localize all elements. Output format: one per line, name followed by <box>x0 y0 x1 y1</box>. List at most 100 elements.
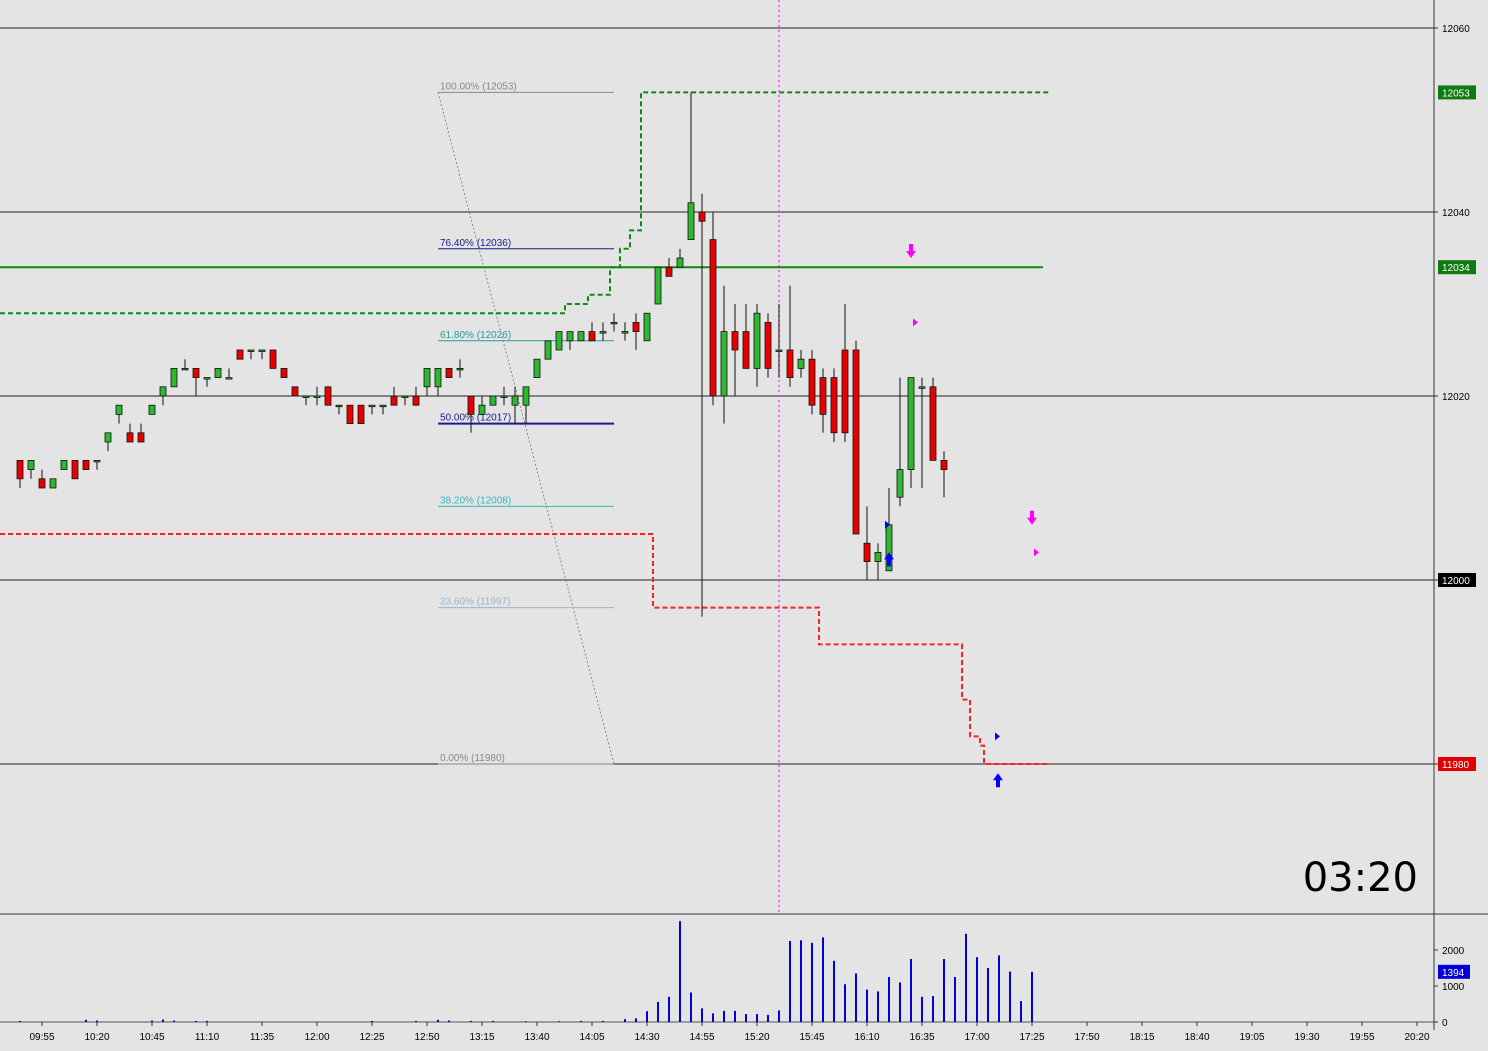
candle-body <box>203 377 211 380</box>
candle-body <box>423 367 431 388</box>
time-axis-label: 16:35 <box>909 1032 934 1043</box>
time-axis-label: 17:50 <box>1074 1032 1099 1043</box>
candle-body <box>489 395 497 406</box>
candle-body <box>533 358 541 379</box>
time-axis-label: 12:25 <box>359 1032 384 1043</box>
candle-body <box>27 459 35 470</box>
candle-body <box>71 459 79 480</box>
candle-body <box>456 367 464 371</box>
candle-body <box>313 395 321 398</box>
candle-body <box>852 349 860 535</box>
candle-body <box>665 266 673 277</box>
buy-signal-arrow-icon <box>993 773 1003 788</box>
candle-body <box>676 257 684 268</box>
candle-body <box>93 459 101 463</box>
candle-body <box>291 386 299 397</box>
candle-body <box>500 395 508 398</box>
candle-body <box>511 395 519 406</box>
candle-body <box>918 386 926 389</box>
time-axis-label: 12:00 <box>304 1032 329 1043</box>
candle-body <box>621 331 629 334</box>
price-volume-chart[interactable]: 100.00% (12053) 76.40% (12036) 61.80% (120… <box>0 0 1488 1046</box>
candle-body <box>368 404 376 408</box>
candle-body <box>632 321 640 332</box>
candle-body <box>808 358 816 406</box>
candle-body <box>379 404 387 408</box>
candle-body <box>181 367 189 371</box>
candle-body <box>214 367 222 378</box>
fibonacci-level-label: 0.00% (11980) <box>440 753 505 764</box>
candle-body <box>82 459 90 470</box>
candle-body <box>225 377 233 380</box>
time-axis-label: 11:10 <box>195 1032 220 1043</box>
candle-body <box>192 367 200 378</box>
candle-body <box>467 395 475 415</box>
candle-body <box>687 202 695 241</box>
fibonacci-level-label: 61.80% (12026) <box>440 330 511 341</box>
candle-body <box>49 478 57 489</box>
candle-body <box>247 349 255 352</box>
time-axis-label: 14:05 <box>579 1032 604 1043</box>
candle-body <box>357 404 365 425</box>
volume-axis-label: 2000 <box>1442 946 1465 957</box>
price-tag-label: 12034 <box>1442 263 1470 274</box>
fibonacci-level-label: 50.00% (12017) <box>440 413 511 424</box>
candle-body <box>863 542 871 563</box>
volume-axis-label: 1000 <box>1442 982 1465 993</box>
candle-body <box>148 404 156 415</box>
candle-body <box>236 349 244 360</box>
fibonacci-level-label: 76.40% (12036) <box>440 238 511 249</box>
candle-body <box>929 386 937 461</box>
candle-body <box>335 404 343 408</box>
signal-marker-icon <box>913 318 918 327</box>
candle-body <box>412 395 420 406</box>
candle-body <box>940 459 948 470</box>
candle-body <box>544 340 552 360</box>
candle-body <box>577 331 585 342</box>
candle-body <box>753 312 761 369</box>
candle-body <box>115 404 123 415</box>
time-axis-label: 12:50 <box>414 1032 439 1043</box>
candle-body <box>896 469 904 498</box>
candle-body <box>324 386 332 406</box>
candle-body <box>654 266 662 305</box>
fibonacci-level-label: 100.00% (12053) <box>440 81 517 92</box>
candle-body <box>38 478 46 489</box>
time-axis-label: 17:25 <box>1019 1032 1044 1043</box>
candle-body <box>566 331 574 342</box>
candle-body <box>170 367 178 388</box>
time-axis-label: 15:45 <box>799 1032 824 1043</box>
fibonacci-level-label: 23.60% (11997) <box>440 597 510 608</box>
candle-body <box>588 331 596 342</box>
fibonacci-level-label: 38.20% (12008) <box>440 495 511 506</box>
chart-root: 100.00% (12053) 76.40% (12036) 61.80% (120… <box>0 0 1488 1046</box>
candle-body <box>258 349 266 352</box>
fibonacci-trendline <box>437 92 615 765</box>
countdown-clock: 03:20 <box>1302 855 1418 901</box>
candle-body <box>709 239 717 397</box>
time-axis-label: 19:55 <box>1349 1032 1374 1043</box>
time-axis-label: 16:10 <box>854 1032 879 1043</box>
candle-body <box>643 312 651 342</box>
candle-body <box>742 331 750 369</box>
signal-marker-icon <box>995 732 1000 741</box>
time-axis-label: 19:30 <box>1294 1032 1319 1043</box>
candle-body <box>731 331 739 351</box>
time-axis-label: 18:40 <box>1184 1032 1209 1043</box>
candle-body <box>555 331 563 351</box>
trailing-stop-long-line <box>0 91 1049 315</box>
candle-body <box>698 211 706 222</box>
time-axis-label: 20:20 <box>1404 1032 1429 1043</box>
time-axis-label: 13:15 <box>469 1032 494 1043</box>
candle-body <box>478 404 486 415</box>
candle-body <box>434 367 442 388</box>
time-axis-label: 18:15 <box>1129 1032 1154 1043</box>
candle-body <box>797 358 805 369</box>
candle-body <box>126 432 134 443</box>
price-axis-label: 12060 <box>1442 24 1470 35</box>
time-axis-label: 15:20 <box>744 1032 769 1043</box>
volume-value-label: 1394 <box>1442 968 1465 979</box>
time-axis-label: 14:30 <box>634 1032 659 1043</box>
price-tag-label: 12053 <box>1442 88 1470 99</box>
candle-body <box>775 349 783 352</box>
